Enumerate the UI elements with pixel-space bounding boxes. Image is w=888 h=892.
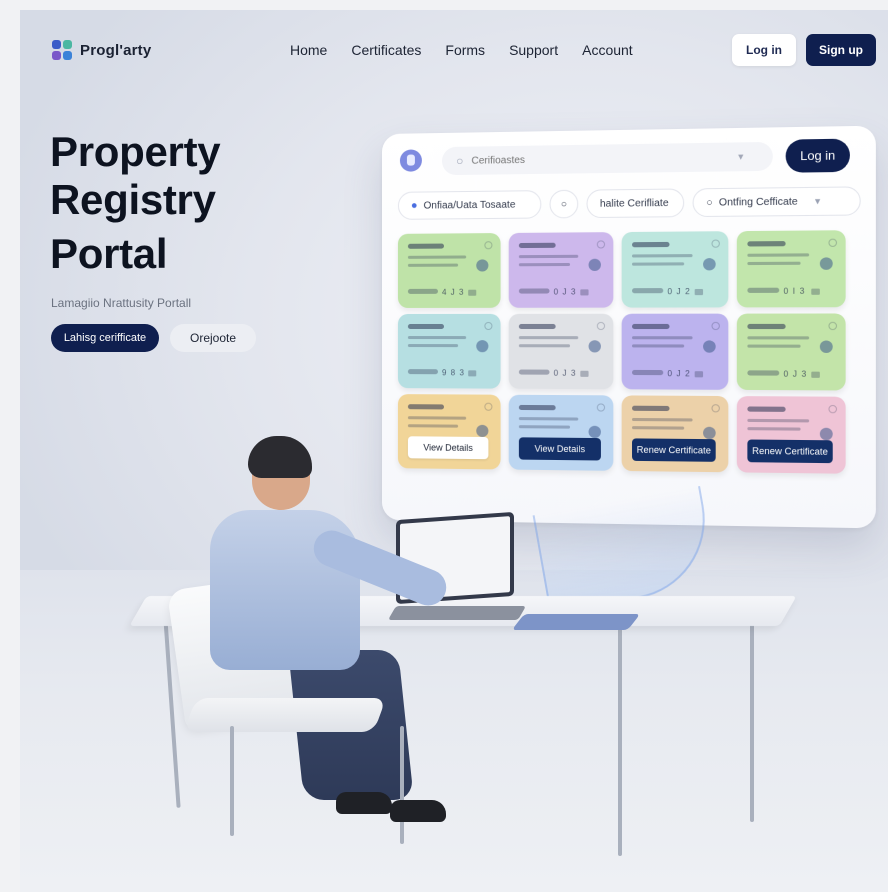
- nav-links: Home Certificates Forms Support Account: [290, 42, 633, 58]
- certificate-card[interactable]: 0 J 3: [737, 313, 846, 390]
- chevron-down-icon: ▾: [738, 151, 743, 162]
- card-action-button[interactable]: View Details: [408, 436, 488, 459]
- more-icon[interactable]: [828, 239, 837, 247]
- card-action-button[interactable]: Renew Certificate: [747, 439, 832, 463]
- filter-toggle[interactable]: ○: [550, 190, 579, 219]
- radio-icon: ○: [561, 198, 567, 209]
- nav-link-forms[interactable]: Forms: [445, 42, 485, 58]
- filter-location-label: Onfiaa/Uata Tosaate: [424, 199, 516, 211]
- more-icon[interactable]: [711, 404, 719, 412]
- filter-location[interactable]: ● Onfiaa/Uata Tosaate: [398, 190, 541, 220]
- status-dot-icon: [589, 426, 601, 438]
- person-hair: [248, 436, 312, 478]
- login-button[interactable]: Log in: [732, 34, 796, 66]
- certificate-card[interactable]: Renew Certificate: [622, 395, 729, 472]
- more-icon[interactable]: [711, 239, 719, 247]
- tablet-device: [512, 614, 641, 630]
- avatar[interactable]: [400, 149, 422, 171]
- person-shoe: [336, 792, 392, 814]
- dashboard-panel: ○ ▾ Log in ● Onfiaa/Uata Tosaate ○ halit…: [382, 126, 876, 529]
- status-dot-icon: [820, 340, 833, 352]
- more-icon[interactable]: [484, 322, 492, 330]
- radio-icon: ○: [706, 197, 712, 208]
- certificate-grid: 4 J 30 J 30 J 20 I 39 8 30 J 30 J 20 J 3…: [398, 230, 863, 234]
- brand-logo[interactable]: Progl'arty: [52, 40, 151, 60]
- nav-link-support[interactable]: Support: [509, 42, 558, 58]
- status-dot-icon: [703, 340, 716, 352]
- nav-link-home[interactable]: Home: [290, 42, 327, 58]
- certificate-card[interactable]: View Details: [398, 394, 501, 469]
- brand-logo-icon: [52, 40, 72, 60]
- certificate-card[interactable]: 0 J 3: [509, 232, 614, 308]
- top-nav: Progl'arty Home Certificates Forms Suppo…: [20, 10, 888, 90]
- certificate-card[interactable]: 0 J 2: [622, 231, 729, 307]
- card-code: 0 J 2: [667, 369, 690, 378]
- more-icon[interactable]: [484, 403, 492, 411]
- card-code: 0 J 3: [554, 287, 577, 296]
- card-code: 0 J 3: [784, 369, 808, 378]
- more-icon[interactable]: [711, 322, 719, 330]
- filter-ongoing[interactable]: ○ Ontfing Cefficate ▾: [693, 186, 861, 217]
- card-code: 0 J 2: [667, 287, 690, 296]
- card-action-button[interactable]: Renew Certificate: [632, 438, 716, 461]
- desk-leg: [618, 626, 622, 856]
- panel-login-button[interactable]: Log in: [786, 139, 850, 173]
- laptop-keyboard: [388, 606, 526, 620]
- location-pin-icon: ●: [411, 200, 418, 212]
- page-title-line3: Portal: [50, 230, 310, 278]
- person-shoe: [390, 800, 446, 822]
- card-code: 0 I 3: [784, 287, 806, 296]
- status-dot-icon: [703, 258, 716, 270]
- card-code: 0 J 3: [554, 369, 577, 378]
- more-icon[interactable]: [828, 405, 837, 413]
- brand-name: Progl'arty: [80, 42, 151, 59]
- certificate-card[interactable]: 0 I 3: [737, 230, 846, 307]
- filter-bar: ● Onfiaa/Uata Tosaate ○ halite Cerifliat…: [398, 186, 861, 220]
- certificate-card[interactable]: 9 8 3: [398, 314, 501, 389]
- certificate-card[interactable]: 0 J 3: [509, 314, 614, 389]
- filter-ongoing-label: Ontfing Cefficate: [719, 196, 798, 208]
- filter-certificate-label: halite Cerifliate: [600, 197, 669, 209]
- signup-button[interactable]: Sign up: [806, 34, 876, 66]
- more-icon[interactable]: [597, 322, 605, 330]
- nav-link-certificates[interactable]: Certificates: [351, 42, 421, 58]
- more-icon[interactable]: [484, 241, 492, 249]
- status-dot-icon: [589, 340, 601, 352]
- page-title: Property Registry Portal: [50, 128, 310, 278]
- search-input[interactable]: [471, 151, 729, 166]
- page-title-line2: Registry: [50, 176, 310, 224]
- status-dot-icon: [703, 427, 716, 439]
- certificate-card[interactable]: View Details: [509, 395, 614, 471]
- secondary-cta-button[interactable]: Orejoote: [170, 324, 256, 352]
- desk-leg: [750, 622, 754, 822]
- more-icon[interactable]: [597, 403, 605, 411]
- status-dot-icon: [589, 259, 601, 271]
- status-dot-icon: [820, 257, 833, 270]
- chevron-down-icon: ▾: [815, 196, 820, 207]
- certificate-card[interactable]: 0 J 2: [622, 314, 729, 390]
- certificate-card[interactable]: 4 J 3: [398, 233, 501, 308]
- filter-certificate[interactable]: halite Cerifliate: [586, 188, 684, 218]
- chair-leg: [230, 726, 234, 836]
- status-dot-icon: [476, 340, 488, 352]
- status-dot-icon: [476, 425, 488, 437]
- card-code: 4 J 3: [442, 288, 464, 297]
- chair-leg: [400, 726, 404, 844]
- status-dot-icon: [820, 428, 833, 441]
- more-icon[interactable]: [597, 240, 605, 248]
- status-dot-icon: [476, 259, 488, 271]
- search-icon: ○: [456, 154, 463, 168]
- nav-link-account[interactable]: Account: [582, 42, 633, 58]
- card-code: 9 8 3: [442, 368, 465, 377]
- certificate-card[interactable]: Renew Certificate: [737, 396, 846, 474]
- search-bar[interactable]: ○ ▾: [442, 142, 773, 175]
- hero-subtitle: Lamagiio Nrattusity Portall: [51, 296, 191, 310]
- page-frame: Progl'arty Home Certificates Forms Suppo…: [20, 10, 888, 892]
- primary-cta-button[interactable]: Lahisg cerifficate: [51, 324, 159, 352]
- more-icon[interactable]: [828, 322, 837, 330]
- chair-seat: [184, 698, 386, 732]
- page-title-line1: Property: [50, 128, 310, 176]
- card-action-button[interactable]: View Details: [519, 437, 601, 460]
